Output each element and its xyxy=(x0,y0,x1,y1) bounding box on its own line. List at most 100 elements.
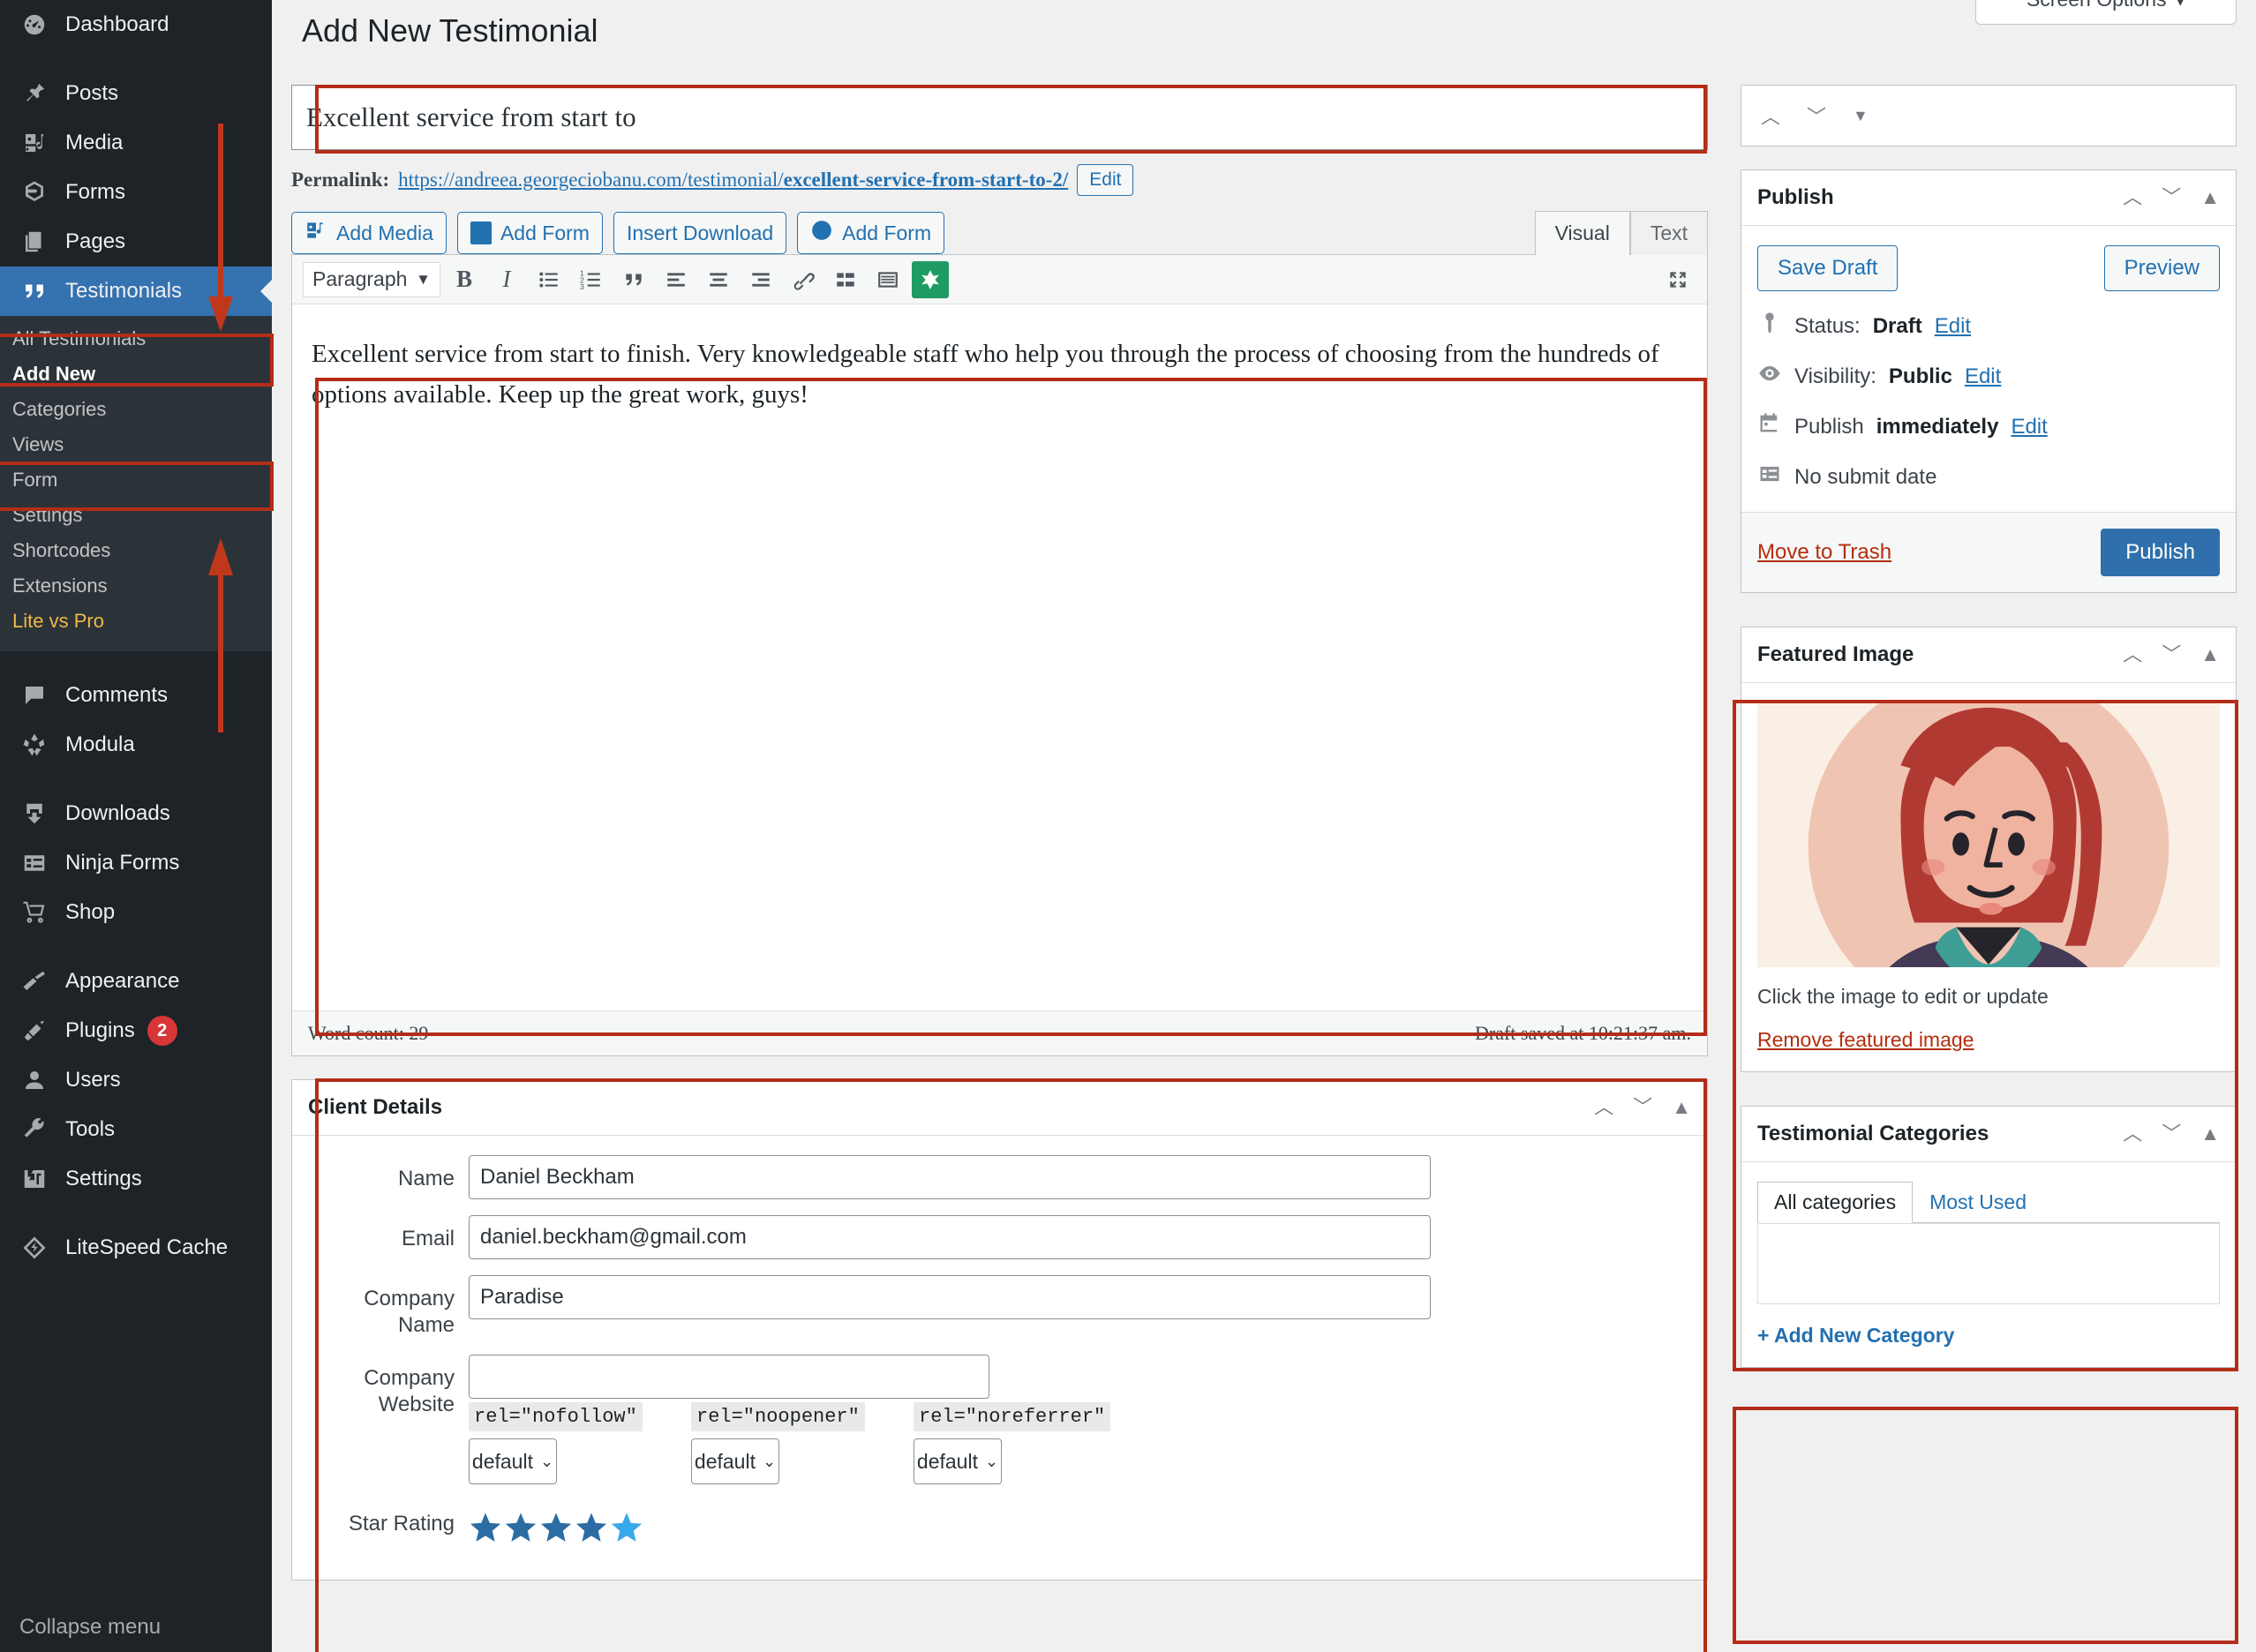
rel-nofollow-select[interactable]: default ⌄ xyxy=(469,1438,557,1484)
move-up-icon[interactable]: ︿ xyxy=(1594,1098,1613,1117)
ninja-forms-insert-button[interactable] xyxy=(912,260,949,298)
toggle-panel-icon[interactable]: ▲ xyxy=(2200,1124,2220,1144)
sidebar-item-posts[interactable]: Posts xyxy=(0,69,272,118)
publish-button[interactable]: Publish xyxy=(2101,529,2220,576)
company-name-input[interactable] xyxy=(469,1275,1431,1319)
bulleted-list-button[interactable] xyxy=(530,261,568,298)
sidebar-item-label: Users xyxy=(65,1068,121,1092)
categories-checklist[interactable] xyxy=(1757,1223,2220,1304)
align-center-button[interactable] xyxy=(700,261,737,298)
submenu-item-categories[interactable]: Categories xyxy=(0,392,272,427)
format-select[interactable]: Paragraph ▼ xyxy=(303,261,440,297)
move-up-icon[interactable]: ︿ xyxy=(2123,188,2142,207)
toggle-panel-icon[interactable]: ▲ xyxy=(2200,188,2220,207)
save-draft-button[interactable]: Save Draft xyxy=(1757,245,1899,291)
comment-icon xyxy=(19,680,49,710)
add-media-button[interactable]: Add Media xyxy=(291,212,447,254)
sidebar-item-appearance[interactable]: Appearance xyxy=(0,957,272,1006)
rel-noreferrer-select[interactable]: default ⌄ xyxy=(914,1438,1002,1484)
move-down-icon[interactable]: ﹀ xyxy=(2162,645,2181,665)
insert-link-button[interactable] xyxy=(785,261,822,298)
submenu-item-settings[interactable]: Settings xyxy=(0,498,272,533)
avatar-illustration xyxy=(1757,702,2220,967)
publish-panel: Publish ︿ ﹀ ▲ Save Draft Preview Status:… xyxy=(1741,169,2237,593)
name-input[interactable] xyxy=(469,1155,1431,1199)
move-to-trash-link[interactable]: Move to Trash xyxy=(1757,540,1891,565)
move-up-icon[interactable]: ︿ xyxy=(1761,101,1780,130)
add-form-edd-button[interactable]: Add Form xyxy=(797,212,945,254)
rel-noopener-select[interactable]: default ⌄ xyxy=(691,1438,779,1484)
star-icon[interactable] xyxy=(469,1511,502,1544)
star-icon[interactable] xyxy=(575,1511,608,1544)
sidebar-item-settings[interactable]: Settings xyxy=(0,1154,272,1204)
submenu-item-form[interactable]: Form xyxy=(0,462,272,498)
add-new-category-link[interactable]: + Add New Category xyxy=(1757,1324,2220,1348)
align-left-button[interactable] xyxy=(658,261,695,298)
panel-controls: ︿ ﹀ ▲ xyxy=(2123,645,2220,665)
permalink-link[interactable]: https://andreea.georgeciobanu.com/testim… xyxy=(398,169,1068,191)
company-website-input[interactable] xyxy=(469,1355,989,1399)
bold-button[interactable]: B xyxy=(446,261,483,298)
add-form-button[interactable]: Add Form xyxy=(456,212,603,254)
italic-button[interactable]: I xyxy=(488,261,525,298)
editor-content[interactable]: Excellent service from start to finish. … xyxy=(292,304,1707,1010)
star-icon[interactable] xyxy=(539,1511,573,1544)
sidebar-item-tools[interactable]: Tools xyxy=(0,1105,272,1154)
sidebar-item-label: Downloads xyxy=(65,801,170,825)
sidebar-item-label: Posts xyxy=(65,81,119,105)
align-right-button[interactable] xyxy=(742,261,779,298)
schedule-edit-link[interactable]: Edit xyxy=(2011,415,2047,439)
litespeed-icon xyxy=(19,1233,49,1263)
preview-button[interactable]: Preview xyxy=(2103,245,2220,291)
visibility-edit-link[interactable]: Edit xyxy=(1965,364,2001,389)
tab-text[interactable]: Text xyxy=(1629,211,1708,255)
move-down-icon[interactable]: ﹀ xyxy=(1633,1098,1652,1117)
toggle-panel-icon[interactable]: ▲ xyxy=(1672,1098,1691,1117)
star-rating-label: Star Rating xyxy=(348,1512,455,1536)
sidebar-item-label: Forms xyxy=(65,180,125,204)
tab-all-categories[interactable]: All categories xyxy=(1757,1182,1914,1223)
read-more-button[interactable] xyxy=(827,261,864,298)
edit-permalink-button[interactable]: Edit xyxy=(1077,164,1134,196)
sidebar-item-dashboard[interactable]: Dashboard xyxy=(0,0,272,49)
star-icon[interactable] xyxy=(504,1511,538,1544)
star-icon[interactable] xyxy=(610,1511,643,1544)
post-title-input[interactable] xyxy=(291,85,1708,150)
sidebar-item-plugins[interactable]: Plugins 2 xyxy=(0,1006,272,1055)
submenu-item-add-new[interactable]: Add New xyxy=(0,357,272,392)
toolbar-toggle-button[interactable] xyxy=(869,261,906,298)
star-rating-control[interactable] xyxy=(469,1507,643,1544)
email-input[interactable] xyxy=(469,1215,1431,1259)
ninja-forms-icon xyxy=(19,848,49,878)
move-up-icon[interactable]: ︿ xyxy=(2123,645,2142,665)
submenu-item-views[interactable]: Views xyxy=(0,427,272,462)
sidebar-item-ninja-forms[interactable]: Ninja Forms xyxy=(0,838,272,888)
sidebar-item-downloads[interactable]: Downloads xyxy=(0,789,272,838)
move-down-icon[interactable]: ﹀ xyxy=(2162,1124,2181,1144)
sidebar-item-shop[interactable]: Shop xyxy=(0,888,272,937)
insert-download-button[interactable]: Insert Download xyxy=(613,212,787,254)
tab-visual[interactable]: Visual xyxy=(1534,211,1630,255)
sidebar-item-users[interactable]: Users xyxy=(0,1055,272,1105)
publish-footer: Move to Trash Publish xyxy=(1741,512,2236,592)
fullscreen-button[interactable] xyxy=(1659,261,1696,298)
move-down-icon[interactable]: ﹀ xyxy=(1807,101,1826,130)
move-up-icon[interactable]: ︿ xyxy=(2123,1124,2142,1144)
collapse-menu-label: Collapse menu xyxy=(19,1615,162,1639)
sidebar-item-litespeed-cache[interactable]: LiteSpeed Cache xyxy=(0,1223,272,1273)
tab-most-used[interactable]: Most Used xyxy=(1913,1182,2043,1223)
numbered-list-button[interactable]: 123 xyxy=(573,261,610,298)
status-edit-link[interactable]: Edit xyxy=(1935,314,1971,339)
collapse-menu-button[interactable]: Collapse menu xyxy=(0,1603,272,1652)
rel-attributes-row: rel="nofollow" default ⌄ rel="noopener" … xyxy=(469,1402,1136,1484)
toggle-panel-icon[interactable]: ▲ xyxy=(2200,645,2220,665)
featured-image-thumbnail[interactable] xyxy=(1757,702,2220,967)
move-down-icon[interactable]: ﹀ xyxy=(2162,188,2181,207)
toggle-panel-icon[interactable]: ▼ xyxy=(1853,107,1869,125)
schedule-prefix: Publish xyxy=(1794,414,1864,439)
add-form-edd-icon xyxy=(810,219,833,247)
status-prefix: Status: xyxy=(1794,313,1861,338)
blockquote-button[interactable] xyxy=(615,261,652,298)
insert-download-label: Insert Download xyxy=(626,221,774,244)
remove-featured-image-link[interactable]: Remove featured image xyxy=(1757,1028,2220,1052)
